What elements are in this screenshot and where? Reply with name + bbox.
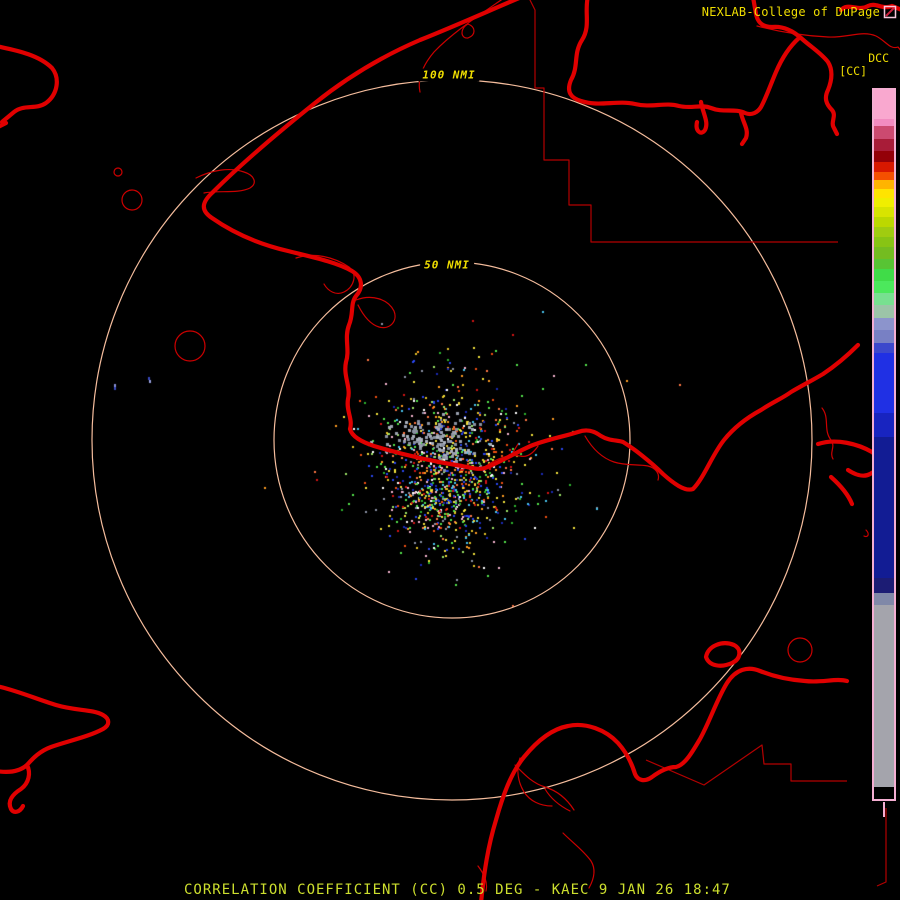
cc-scale-segment — [874, 787, 894, 799]
cc-color-scale-tick — [883, 802, 885, 817]
cc-scale-segment — [874, 281, 894, 293]
cc-scale-segment — [874, 578, 894, 593]
cc-scale-segment — [874, 330, 894, 343]
cc-scale-segment — [874, 353, 894, 413]
range-ring-100 — [91, 79, 813, 801]
station-banner-text: NEXLAB-College of DuPage — [701, 5, 880, 19]
cc-scale-segment — [874, 162, 894, 172]
cc-scale-segment — [874, 343, 894, 353]
station-banner: NEXLAB-College of DuPage — [702, 4, 898, 20]
cc-scale-segment — [874, 413, 894, 437]
cc-scale-segment — [874, 151, 894, 162]
cc-scale-segment — [874, 605, 894, 787]
product-title: CORRELATION COEFFICIENT (CC) 0.5 DEG - K… — [184, 882, 731, 898]
cc-scale-segment — [874, 293, 894, 305]
cc-scale-segment — [874, 207, 894, 217]
cc-scale-segment — [874, 437, 894, 578]
cc-scale-segment — [874, 593, 894, 605]
radar-display: 100 NMI 50 NMI NEXLAB-College of DuPage … — [0, 0, 900, 900]
cc-scale-segment — [874, 198, 894, 207]
cc-scale-segment — [874, 237, 894, 247]
cc-scale-segment — [874, 305, 894, 318]
cc-scale-segment — [874, 119, 894, 126]
cc-scale-segment — [874, 126, 894, 139]
range-ring-50 — [273, 261, 631, 619]
cc-scale-segment — [874, 90, 894, 119]
cc-scale-segment — [874, 269, 894, 281]
product-unit-label: [CC] — [839, 64, 867, 78]
coastline-outlines — [0, 0, 900, 900]
coastline-detail-lines — [113, 0, 900, 892]
cc-scale-segment — [874, 139, 894, 151]
cc-scale-segment — [874, 217, 894, 227]
range-ring-label-100: 100 NMI — [418, 68, 480, 82]
range-ring-label-50: 50 NMI — [420, 258, 474, 272]
cc-scale-segment — [874, 227, 894, 237]
cod-logo-icon — [883, 5, 897, 19]
cc-scale-segment — [874, 247, 894, 259]
cc-scale-segment — [874, 318, 894, 330]
map-overlay — [0, 0, 900, 900]
cc-scale-segment — [874, 189, 894, 198]
range-rings — [91, 79, 813, 801]
cc-scale-segment — [874, 180, 894, 189]
cc-scale-segment — [874, 259, 894, 269]
product-code-label: DCC — [868, 51, 889, 65]
cc-scale-segment — [874, 172, 894, 180]
cc-color-scale — [872, 88, 896, 801]
